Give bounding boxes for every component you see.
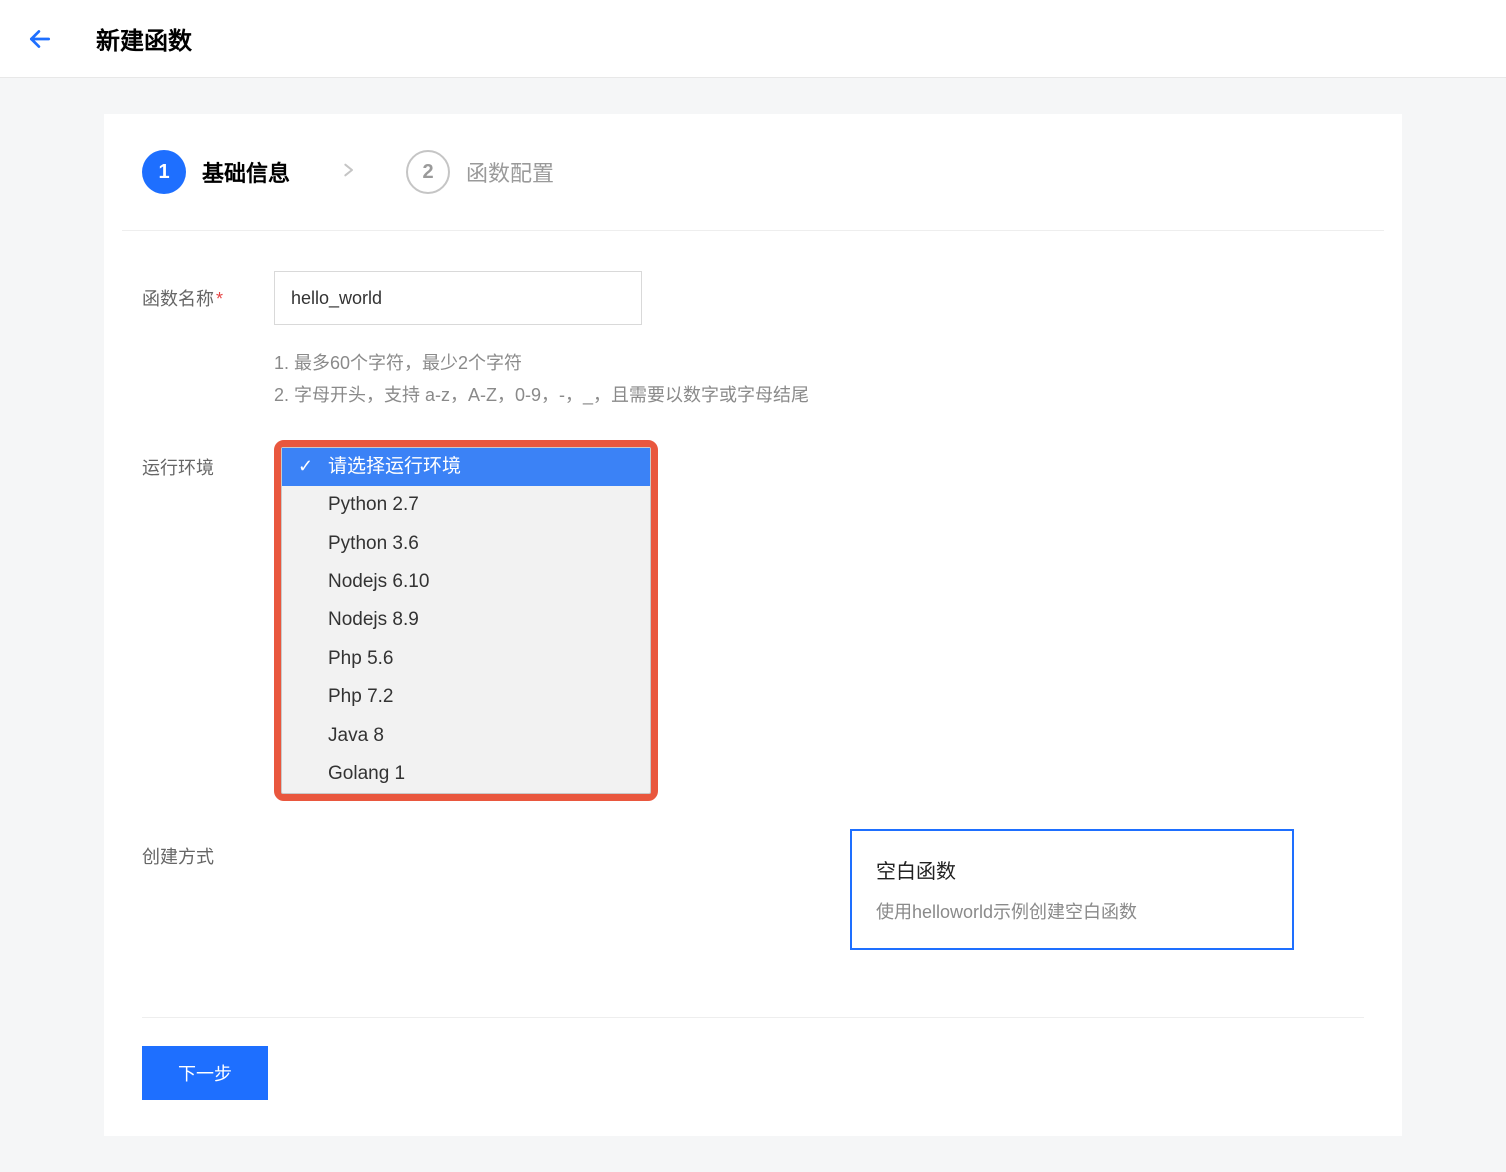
- step-1[interactable]: 1 基础信息: [142, 150, 290, 194]
- runtime-option-python36[interactable]: Python 3.6: [282, 525, 650, 563]
- required-asterisk: *: [216, 289, 223, 309]
- step-1-label: 基础信息: [202, 156, 290, 188]
- page-title: 新建函数: [96, 21, 192, 56]
- runtime-option-php56[interactable]: Php 5.6: [282, 640, 650, 678]
- step-2[interactable]: 2 函数配置: [406, 150, 554, 194]
- step-indicator: 1 基础信息 2 函数配置: [122, 150, 1384, 231]
- label-runtime: 运行环境: [142, 440, 274, 802]
- runtime-option-nodejs610[interactable]: Nodejs 6.10: [282, 563, 650, 601]
- form-divider: [142, 1017, 1364, 1018]
- hint-line-1: 1. 最多60个字符，最少2个字符: [274, 347, 1364, 379]
- row-creation-method: 创建方式 空白函数 使用helloworld示例创建空白函数: [122, 829, 1384, 989]
- form-card: 1 基础信息 2 函数配置 函数名称* 1. 最多60个字符，最少2个字符: [104, 114, 1402, 1136]
- runtime-option-php72[interactable]: Php 7.2: [282, 678, 650, 716]
- next-button[interactable]: 下一步: [142, 1046, 268, 1100]
- name-hints: 1. 最多60个字符，最少2个字符 2. 字母开头，支持 a-z，A-Z，0-9…: [274, 347, 1364, 412]
- step-2-number: 2: [406, 150, 450, 194]
- label-creation-method: 创建方式: [142, 829, 274, 989]
- function-name-input[interactable]: [274, 271, 642, 325]
- step-1-number: 1: [142, 150, 186, 194]
- runtime-dropdown[interactable]: 请选择运行环境 Python 2.7 Python 3.6 Nodejs 6.1…: [281, 447, 651, 795]
- creation-card-blank[interactable]: 空白函数 使用helloworld示例创建空白函数: [850, 829, 1294, 950]
- creation-card-desc: 使用helloworld示例创建空白函数: [876, 898, 1268, 924]
- back-button[interactable]: [24, 23, 56, 55]
- runtime-option-java8[interactable]: Java 8: [282, 717, 650, 755]
- label-function-name: 函数名称*: [142, 271, 274, 412]
- runtime-option-nodejs89[interactable]: Nodejs 8.9: [282, 601, 650, 639]
- row-function-name: 函数名称* 1. 最多60个字符，最少2个字符 2. 字母开头，支持 a-z，A…: [122, 271, 1384, 412]
- arrow-left-icon: [27, 26, 53, 52]
- chevron-right-icon: [340, 158, 356, 187]
- hint-line-2: 2. 字母开头，支持 a-z，A-Z，0-9，-，_，且需要以数字或字母结尾: [274, 379, 1364, 411]
- runtime-option-golang1[interactable]: Golang 1: [282, 755, 650, 793]
- runtime-dropdown-highlight: 请选择运行环境 Python 2.7 Python 3.6 Nodejs 6.1…: [274, 440, 658, 802]
- row-runtime: 运行环境 请选择运行环境 Python 2.7 Python 3.6 Nodej…: [122, 440, 1384, 802]
- runtime-option-placeholder[interactable]: 请选择运行环境: [282, 448, 650, 486]
- runtime-option-python27[interactable]: Python 2.7: [282, 486, 650, 524]
- step-2-label: 函数配置: [466, 156, 554, 188]
- creation-card-title: 空白函数: [876, 855, 1268, 884]
- page-header: 新建函数: [0, 0, 1506, 78]
